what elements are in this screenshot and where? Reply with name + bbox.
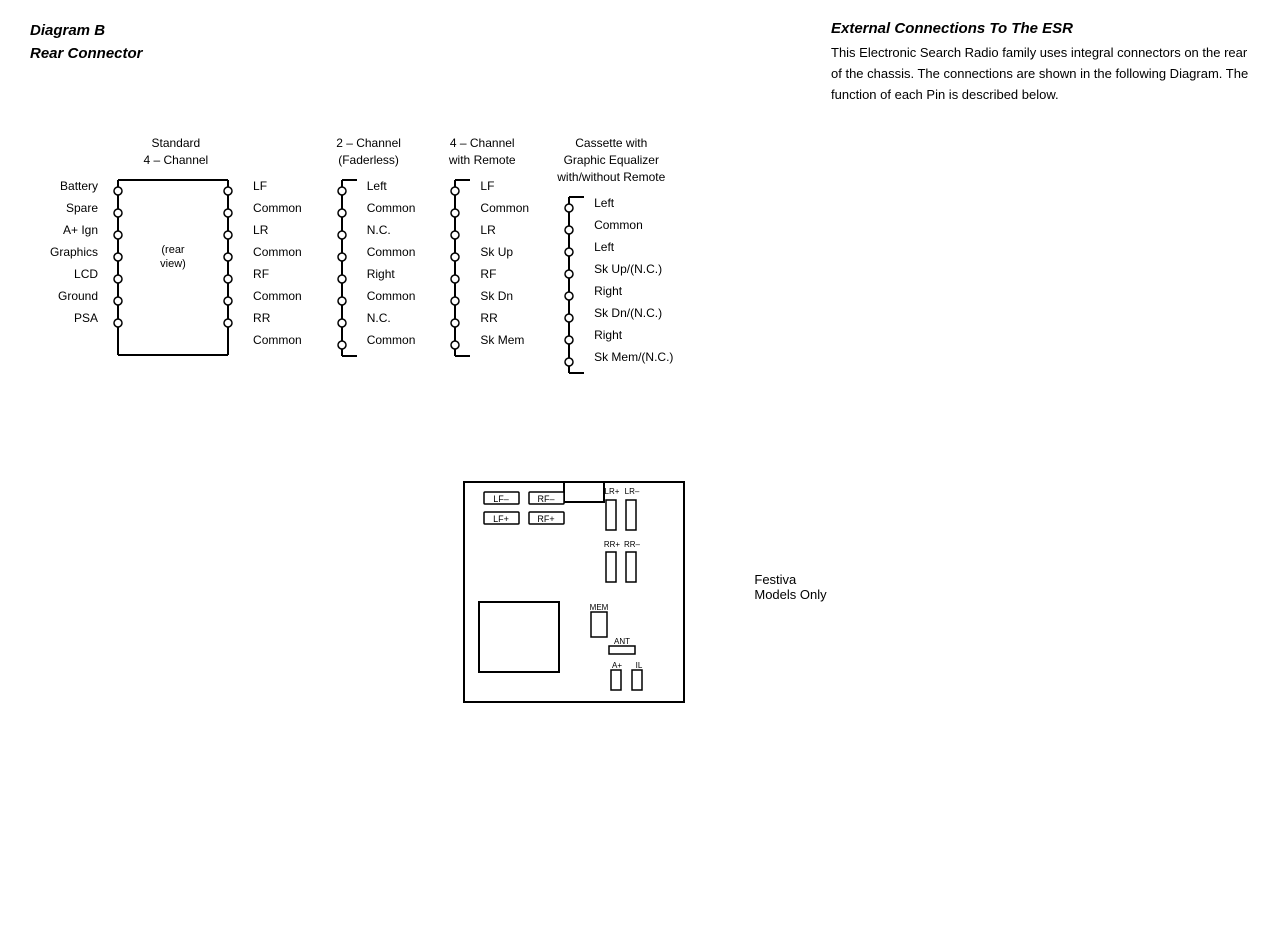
cassette-svg xyxy=(549,192,589,412)
4chr-rf: RF xyxy=(475,263,529,285)
two-ch-labels: Left Common N.C. Common Right Common N.C… xyxy=(362,175,416,351)
label-aign: A+ Ign xyxy=(50,219,98,241)
2ch-left: Left xyxy=(362,175,416,197)
svg-text:RF+: RF+ xyxy=(538,514,555,524)
two-ch-svg xyxy=(322,175,362,395)
label-lcd: LCD xyxy=(50,263,98,285)
bottom-section: LF– RF– LF+ RF+ LR+ LR– RR+ RR– xyxy=(30,472,1251,715)
cass-left1: Left xyxy=(589,192,673,214)
svg-text:RR+: RR+ xyxy=(604,540,621,549)
external-connections: External Connections To The ESR This Ele… xyxy=(831,20,1251,105)
2ch-nc1: N.C. xyxy=(362,219,416,241)
two-ch-title-line1: 2 – Channel xyxy=(336,135,401,152)
cass-common: Common xyxy=(589,214,673,236)
page-container: Diagram B Rear Connector External Connec… xyxy=(30,20,1251,715)
svg-text:(rear: (rear xyxy=(161,244,185,256)
cass-left2: Left xyxy=(589,236,673,258)
label-rr: RR xyxy=(248,307,302,329)
festiva-label: Festiva Models Only xyxy=(754,572,826,602)
std-title-line1: Standard xyxy=(144,135,209,152)
label-spare: Spare xyxy=(50,197,98,219)
svg-text:LR+: LR+ xyxy=(605,487,620,496)
cassette-rows: Left Common Left Sk Up/(N.C.) Right Sk D… xyxy=(549,192,673,412)
label-ground: Ground xyxy=(50,285,98,307)
4chr-skup: Sk Up xyxy=(475,241,529,263)
cassette-title: Cassette with Graphic Equalizer with/wit… xyxy=(557,135,665,185)
4chr-lf: LF xyxy=(475,175,529,197)
ext-title: External Connections To The ESR xyxy=(831,20,1251,37)
connector-diagrams: Standard 4 – Channel Battery Spare A+ Ig… xyxy=(30,135,1251,411)
diagram-line2: Rear Connector xyxy=(30,43,143,66)
cass-title1: Cassette with xyxy=(557,135,665,152)
festiva-container: LF– RF– LF+ RF+ LR+ LR– RR+ RR– xyxy=(454,472,714,715)
four-ch-remote-title: 4 – Channel with Remote xyxy=(449,135,516,169)
std-4ch-title: Standard 4 – Channel xyxy=(144,135,209,169)
svg-text:RR–: RR– xyxy=(624,540,641,549)
std-connector-svg: (rear view) xyxy=(98,175,248,395)
four-ch-remote-rows: LF Common LR Sk Up RF Sk Dn RR Sk Mem xyxy=(435,175,529,395)
two-ch-rows: Left Common N.C. Common Right Common N.C… xyxy=(322,175,416,395)
label-lr: LR xyxy=(248,219,302,241)
cass-skmem: Sk Mem/(N.C.) xyxy=(589,346,673,368)
cass-title3: with/without Remote xyxy=(557,169,665,186)
4chr-lr: LR xyxy=(475,219,529,241)
four-ch-remote-unit: 4 – Channel with Remote xyxy=(435,135,529,395)
std-right-labels: LF Common LR Common RF Common RR Common xyxy=(248,175,302,351)
label-graphics: Graphics xyxy=(50,241,98,263)
std-conn-rows: Battery Spare A+ Ign Graphics LCD Ground… xyxy=(50,175,302,395)
svg-text:view): view) xyxy=(160,258,186,270)
svg-text:LR–: LR– xyxy=(625,487,640,496)
svg-text:LF–: LF– xyxy=(494,494,510,504)
2ch-right: Right xyxy=(362,263,416,285)
ext-desc: This Electronic Search Radio family uses… xyxy=(831,43,1251,105)
label-rf: RF xyxy=(248,263,302,285)
label-common2: Common xyxy=(248,241,302,263)
4chr-rr: RR xyxy=(475,307,529,329)
cass-skup: Sk Up/(N.C.) xyxy=(589,258,673,280)
two-ch-unit: 2 – Channel (Faderless) xyxy=(322,135,416,395)
2ch-nc2: N.C. xyxy=(362,307,416,329)
four-ch-remote-labels: LF Common LR Sk Up RF Sk Dn RR Sk Mem xyxy=(475,175,529,351)
diagram-line1: Diagram B xyxy=(30,20,143,43)
cass-right2: Right xyxy=(589,324,673,346)
svg-text:A+: A+ xyxy=(612,661,622,670)
2ch-common1: Common xyxy=(362,197,416,219)
2ch-common4: Common xyxy=(362,329,416,351)
festiva-label-line2: Models Only xyxy=(754,587,826,602)
svg-text:LF+: LF+ xyxy=(493,514,509,524)
festiva-svg: LF– RF– LF+ RF+ LR+ LR– RR+ RR– xyxy=(454,472,714,712)
svg-text:IL: IL xyxy=(636,661,643,670)
label-common3: Common xyxy=(248,285,302,307)
svg-text:MEM: MEM xyxy=(590,603,609,612)
four-ch-remote-svg xyxy=(435,175,475,395)
diagram-title: Diagram B Rear Connector xyxy=(30,20,143,105)
cass-skdn: Sk Dn/(N.C.) xyxy=(589,302,673,324)
label-battery: Battery xyxy=(50,175,98,197)
label-lf: LF xyxy=(248,175,302,197)
2ch-common3: Common xyxy=(362,285,416,307)
std-title-line2: 4 – Channel xyxy=(144,152,209,169)
two-ch-title-line2: (Faderless) xyxy=(336,152,401,169)
cass-right1: Right xyxy=(589,280,673,302)
label-common4: Common xyxy=(248,329,302,351)
festiva-label-line1: Festiva xyxy=(754,572,826,587)
2ch-common2: Common xyxy=(362,241,416,263)
standard-4ch-unit: Standard 4 – Channel Battery Spare A+ Ig… xyxy=(50,135,302,395)
cassette-labels: Left Common Left Sk Up/(N.C.) Right Sk D… xyxy=(589,192,673,368)
4chr-title2: with Remote xyxy=(449,152,516,169)
two-ch-title: 2 – Channel (Faderless) xyxy=(336,135,401,169)
svg-text:RF–: RF– xyxy=(538,494,555,504)
svg-text:ANT: ANT xyxy=(614,637,630,646)
label-psa: PSA xyxy=(50,307,98,329)
header-section: Diagram B Rear Connector External Connec… xyxy=(30,20,1251,105)
cass-title2: Graphic Equalizer xyxy=(557,152,665,169)
cassette-unit: Cassette with Graphic Equalizer with/wit… xyxy=(549,135,673,411)
4chr-skmem: Sk Mem xyxy=(475,329,529,351)
4chr-skdn: Sk Dn xyxy=(475,285,529,307)
std-left-labels: Battery Spare A+ Ign Graphics LCD Ground… xyxy=(50,175,98,329)
4chr-common: Common xyxy=(475,197,529,219)
4chr-title1: 4 – Channel xyxy=(449,135,516,152)
label-common1: Common xyxy=(248,197,302,219)
